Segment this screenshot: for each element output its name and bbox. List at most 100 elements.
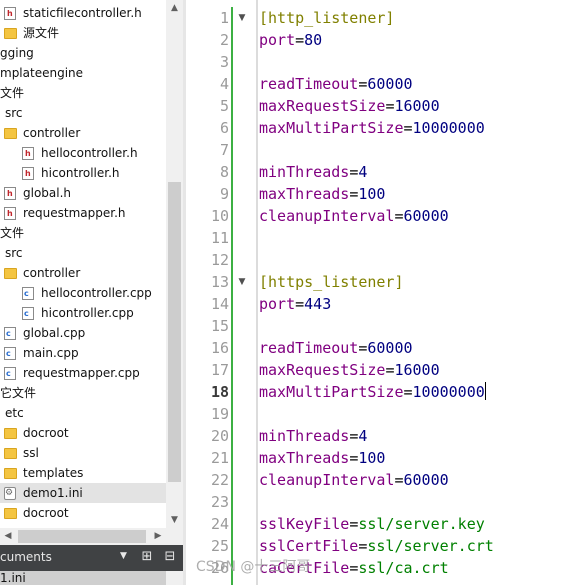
tree-item-label: global.cpp bbox=[23, 326, 86, 340]
folder-icon bbox=[4, 128, 17, 139]
settings-file-icon bbox=[4, 487, 16, 500]
code-token: = bbox=[349, 163, 359, 181]
code-token: cleanupInterval bbox=[259, 471, 395, 489]
scroll-down-arrow-icon[interactable]: ▼ bbox=[166, 512, 183, 528]
code-token: readTimeout bbox=[259, 75, 359, 93]
code-token: = bbox=[295, 31, 305, 49]
change-marker bbox=[231, 225, 233, 269]
tree-item-label: hicontroller.h bbox=[41, 166, 120, 180]
scrollbar-thumb[interactable] bbox=[168, 182, 181, 482]
line-number: 4 bbox=[219, 75, 229, 93]
code-line[interactable]: maxRequestSize=16000 bbox=[259, 95, 440, 117]
code-line[interactable]: maxMultiPartSize=10000000 bbox=[259, 117, 485, 139]
scrollbar-thumb[interactable] bbox=[18, 530, 146, 543]
code-line[interactable]: maxThreads=100 bbox=[259, 183, 385, 205]
line-number: 13 bbox=[210, 273, 229, 291]
line-number: 7 bbox=[219, 141, 229, 159]
fold-toggle-icon[interactable]: ▼ bbox=[237, 271, 247, 293]
tree-item-label: src bbox=[5, 106, 23, 120]
tree-item-label: hellocontroller.cpp bbox=[41, 286, 152, 300]
code-token: ssl/server.key bbox=[358, 515, 485, 533]
code-line[interactable]: port=443 bbox=[259, 293, 331, 315]
tree-item-label: 文件 bbox=[0, 86, 25, 100]
tree-item-label: main.cpp bbox=[23, 346, 79, 360]
code-line[interactable]: sslCertFile=ssl/server.crt bbox=[259, 535, 494, 557]
line-number: 2 bbox=[219, 31, 229, 49]
project-tree[interactable]: staticfilecontroller.h 源文件 gging mplateengi… bbox=[0, 0, 183, 545]
split-view-icon[interactable]: ⊞ bbox=[139, 548, 155, 566]
scroll-right-arrow-icon[interactable]: ▶ bbox=[150, 528, 166, 545]
code-line[interactable]: readTimeout=60000 bbox=[259, 337, 413, 359]
line-number: 22 bbox=[210, 471, 229, 489]
code-token: [http_listener] bbox=[259, 9, 395, 27]
code-line[interactable]: maxRequestSize=16000 bbox=[259, 359, 440, 381]
code-line[interactable]: minThreads=4 bbox=[259, 161, 367, 183]
code-line[interactable]: sslKeyFile=ssl/server.key bbox=[259, 513, 485, 535]
tree-item-label: docroot bbox=[23, 506, 69, 520]
header-file-icon bbox=[4, 187, 16, 200]
close-pane-icon[interactable]: ⊟ bbox=[162, 548, 178, 566]
code-token: = bbox=[403, 383, 413, 401]
scroll-corner bbox=[166, 528, 183, 545]
code-token: readTimeout bbox=[259, 339, 359, 357]
tree-item-label: ssl bbox=[23, 446, 39, 460]
documents-scrollbar[interactable] bbox=[166, 571, 183, 585]
code-line[interactable]: [https_listener] bbox=[259, 271, 404, 293]
tree-horizontal-scrollbar[interactable]: ◀ ▶ bbox=[0, 528, 166, 545]
line-number: 12 bbox=[210, 251, 229, 269]
folder-icon bbox=[4, 508, 17, 519]
open-documents-list[interactable]: 1.ini bbox=[0, 571, 183, 585]
code-line[interactable]: minThreads=4 bbox=[259, 425, 367, 447]
line-number: 9 bbox=[219, 185, 229, 203]
code-token: sslCertFile bbox=[259, 537, 359, 555]
line-number: 6 bbox=[219, 119, 229, 137]
code-token: maxRequestSize bbox=[259, 361, 386, 379]
line-number: 16 bbox=[210, 339, 229, 357]
code-token: 10000000 bbox=[412, 383, 485, 401]
line-number: 8 bbox=[219, 163, 229, 181]
change-marker bbox=[231, 7, 233, 225]
tree-item-label: global.h bbox=[23, 186, 72, 200]
code-line[interactable]: cleanupInterval=60000 bbox=[259, 205, 449, 227]
line-number: 17 bbox=[210, 361, 229, 379]
tree-item-label: demo1.ini bbox=[23, 486, 83, 500]
code-line[interactable]: [http_listener] bbox=[259, 7, 394, 29]
code-token: ssl/ca.crt bbox=[358, 559, 449, 577]
code-token: = bbox=[394, 207, 404, 225]
open-document-item[interactable]: 1.ini bbox=[0, 571, 166, 585]
code-token: maxThreads bbox=[259, 185, 350, 203]
code-token: 60000 bbox=[367, 75, 413, 93]
code-token: = bbox=[349, 559, 359, 577]
watermark-text: CSDN @十三阿哥 bbox=[196, 559, 311, 575]
tree-item[interactable]: demo1.ini bbox=[0, 483, 166, 503]
folder-icon bbox=[4, 28, 17, 39]
code-token: 60000 bbox=[367, 339, 413, 357]
code-line[interactable]: readTimeout=60000 bbox=[259, 73, 413, 95]
scroll-left-arrow-icon[interactable]: ◀ bbox=[0, 528, 16, 545]
code-token: 10000000 bbox=[412, 119, 485, 137]
code-token: 4 bbox=[358, 427, 368, 445]
change-marker bbox=[231, 269, 233, 585]
header-file-icon bbox=[22, 147, 34, 160]
code-line[interactable]: maxMultiPartSize=10000000 bbox=[259, 381, 487, 403]
chevron-down-icon[interactable]: ▼ bbox=[120, 551, 127, 561]
fold-toggle-icon[interactable]: ▼ bbox=[237, 7, 247, 29]
cpp-file-icon bbox=[4, 347, 16, 360]
tree-vertical-scrollbar[interactable]: ▲ ▼ bbox=[166, 0, 183, 528]
code-line[interactable]: maxThreads=100 bbox=[259, 447, 385, 469]
line-number: 14 bbox=[210, 295, 229, 313]
tree-item-label: requestmapper.h bbox=[23, 206, 126, 220]
scroll-up-arrow-icon[interactable]: ▲ bbox=[166, 0, 183, 16]
gutter-separator bbox=[256, 0, 258, 585]
line-number: 3 bbox=[219, 53, 229, 71]
cpp-file-icon bbox=[4, 327, 16, 340]
code-editor[interactable]: 1 ▼ 2 3 4 5 6 7 8 9 10 11 12 13 ▼ 14 15 16 17 18 19 20 21 22 23 2… bbox=[186, 0, 565, 585]
code-line[interactable]: cleanupInterval=60000 bbox=[259, 469, 449, 491]
code-token: ssl/server.crt bbox=[367, 537, 494, 555]
folder-icon bbox=[4, 428, 17, 439]
code-token: = bbox=[349, 449, 359, 467]
code-token: 100 bbox=[358, 449, 386, 467]
open-documents-title: cuments bbox=[0, 550, 52, 564]
code-token: = bbox=[349, 427, 359, 445]
code-line[interactable]: port=80 bbox=[259, 29, 322, 51]
